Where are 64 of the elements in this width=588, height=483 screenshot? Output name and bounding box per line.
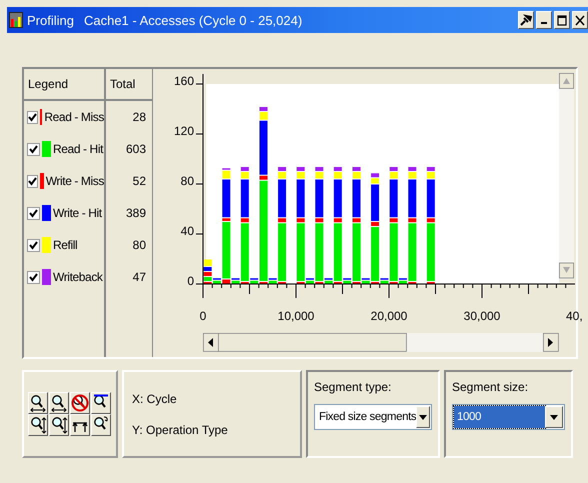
x-tick-label: 30,000 (464, 309, 500, 323)
segment-type-dropdown[interactable]: Fixed size segments (314, 404, 432, 430)
column-header: Legend (24, 69, 106, 99)
magnifier-icon (50, 394, 68, 412)
segment-size-dropdown[interactable]: 1000 (452, 404, 565, 430)
total-value: 80 (132, 238, 146, 252)
zoom-tool-button[interactable] (28, 392, 48, 414)
y-tick-label: 0 (187, 274, 194, 288)
y-tick-label: 40 (180, 224, 194, 238)
checkbox[interactable] (27, 206, 40, 220)
dropdown-arrow-icon (419, 414, 428, 420)
zoom-tool-button[interactable] (49, 392, 69, 414)
window-title: Cache1 - Accesses (Cycle 0 - 25,024) (84, 12, 302, 28)
zoom-tool-button[interactable] (28, 414, 48, 436)
pin-icon (520, 14, 532, 26)
segment-type-label: Segment type: (314, 380, 392, 394)
x-tick-label: 10,000 (278, 309, 314, 323)
magnifier-icon (29, 416, 47, 434)
zoom-tool-button[interactable] (70, 392, 90, 414)
minimize-icon (541, 22, 547, 24)
app-name: Profiling (27, 12, 74, 28)
legend-label: Refill (53, 238, 78, 252)
x-axis-info: X: Cycle (132, 392, 178, 406)
legend-label: Read - Miss (44, 110, 104, 124)
column-header: Total (109, 76, 136, 93)
checkbox[interactable] (27, 174, 38, 188)
zoom-tool-button[interactable] (49, 414, 69, 436)
total-value: 28 (132, 110, 146, 124)
y-axis-info: Y: Operation Type (132, 422, 229, 436)
legend-label: Write - Hit (53, 206, 102, 220)
maximize-icon (557, 14, 567, 26)
x-tick-label: 40, (566, 309, 583, 323)
dropdown-arrow-icon (550, 414, 558, 420)
total-value: 389 (126, 206, 146, 220)
close-button[interactable] (572, 11, 588, 29)
legend-label: Write - Miss (46, 174, 104, 188)
x-tick-label: 20,000 (370, 309, 408, 323)
zoom-tool-button[interactable] (91, 392, 111, 414)
magnifier-icon (29, 394, 47, 412)
zoom-tool-button[interactable] (91, 414, 111, 436)
y-tick-label: 120 (174, 124, 194, 138)
y-tick-label: 80 (180, 174, 194, 188)
total-value: 52 (132, 174, 146, 188)
magnifier-icon (50, 416, 68, 434)
vertical-scrollbar[interactable] (559, 73, 574, 279)
horizontal-scrollbar[interactable] (203, 333, 559, 352)
bar-chart-icon (9, 12, 23, 28)
checkbox[interactable] (27, 110, 38, 124)
legend-label: Read - Hit (53, 142, 104, 156)
segment-size-label: Segment size: (452, 380, 530, 394)
total-value: 603 (126, 142, 146, 156)
legend-label: Writeback (53, 270, 103, 284)
checkbox[interactable] (27, 270, 40, 284)
checkbox[interactable] (27, 238, 40, 252)
total-value: 47 (132, 270, 146, 284)
close-icon (575, 14, 585, 26)
pin-button[interactable] (518, 11, 534, 29)
y-tick-label: 160 (174, 74, 194, 88)
magnifier-icon (71, 394, 89, 412)
checkbox[interactable] (27, 142, 40, 156)
x-tick-label: 0 (200, 309, 206, 323)
maximize-button[interactable] (554, 11, 570, 29)
minimize-button[interactable] (536, 11, 552, 29)
zoom-tool-button[interactable] (70, 414, 90, 436)
